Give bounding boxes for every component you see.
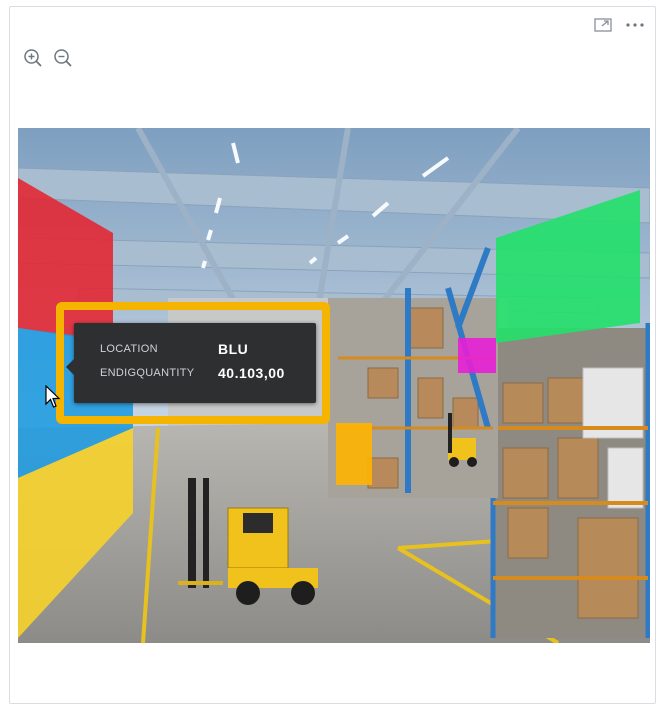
panel-toolbar — [593, 15, 645, 35]
image-map-panel: LOCATION BLU ENDIGQUANTITY 40.103,00 — [9, 6, 656, 704]
tooltip-value: 40.103,00 — [218, 365, 285, 381]
tooltip-key: ENDIGQUANTITY — [100, 367, 195, 379]
tooltip-key: LOCATION — [100, 343, 158, 355]
expand-icon[interactable] — [593, 15, 613, 35]
zone-orange[interactable] — [336, 423, 372, 485]
tooltip-row-location: LOCATION BLU — [100, 341, 248, 357]
zone-tooltip: LOCATION BLU ENDIGQUANTITY 40.103,00 — [66, 323, 316, 403]
tooltip-row-quantity: ENDIGQUANTITY 40.103,00 — [100, 365, 285, 381]
zoom-out-icon[interactable] — [52, 47, 74, 69]
zoom-in-icon[interactable] — [22, 47, 44, 69]
zoom-controls — [22, 47, 74, 69]
tooltip-value: BLU — [218, 341, 249, 357]
zone-magenta[interactable] — [458, 338, 496, 373]
more-options-icon[interactable] — [625, 15, 645, 35]
mouse-pointer-icon — [45, 384, 61, 409]
